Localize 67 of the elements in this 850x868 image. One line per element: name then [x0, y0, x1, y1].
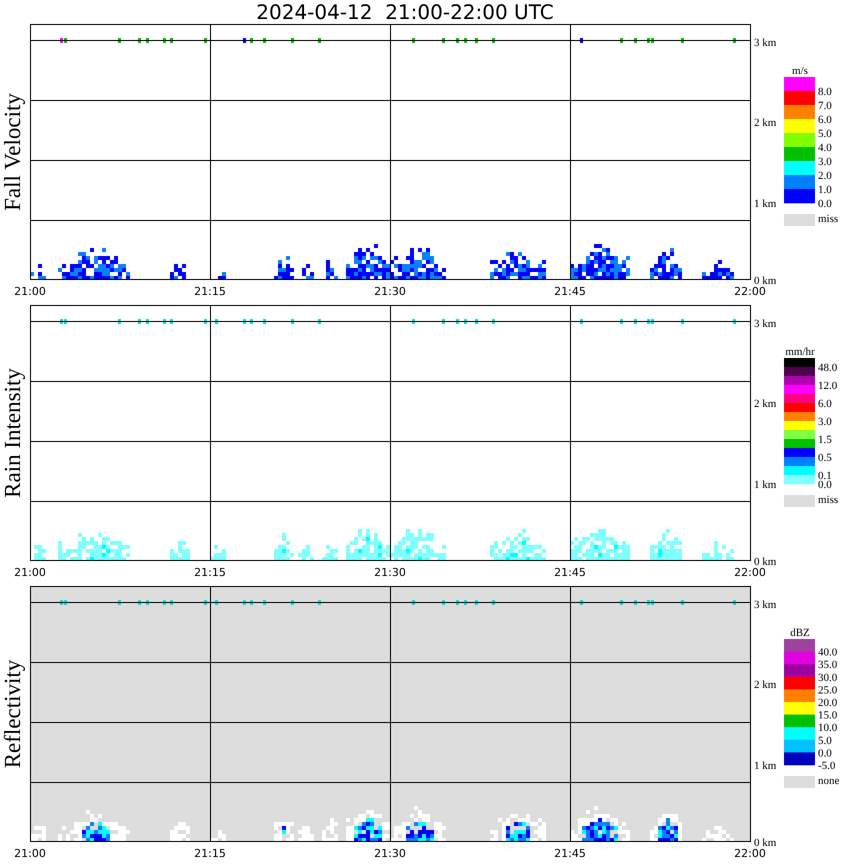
tick-label: 21:15	[194, 566, 226, 579]
tick-label: 2 km	[754, 398, 776, 410]
tick-label: 0 km	[754, 837, 776, 849]
legend-label: 1.5	[818, 434, 832, 446]
legend-label: 8.0	[818, 86, 832, 98]
legend-label: 48.0	[818, 362, 838, 374]
tick-label: 21:00	[14, 566, 46, 579]
legend-label: 2.0	[818, 170, 832, 182]
legend-label: 5.0	[818, 734, 832, 747]
legend-label: 1.0	[818, 184, 832, 196]
legend-swatch	[784, 776, 815, 788]
tick-label: 21:00	[14, 847, 46, 860]
legend-label: 5.0	[818, 128, 832, 140]
legend-label: miss	[818, 494, 838, 506]
legend-label: 40.0	[818, 646, 838, 659]
legend-label: 4.0	[818, 142, 832, 154]
legend-label: 7.0	[818, 100, 832, 112]
chart-title: 2024-04-12 21:00-22:00 UTC	[256, 0, 554, 24]
axis-title: Fall Velocity	[0, 93, 25, 211]
tick-label: 22:00	[734, 847, 766, 860]
legend-swatch	[784, 214, 815, 226]
legend-label: 0.0	[818, 479, 832, 491]
tick-label: 0 km	[754, 275, 776, 287]
tick-label: 2 km	[754, 679, 776, 691]
tick-label: 3 km	[754, 37, 776, 49]
tick-label: 21:45	[554, 566, 586, 579]
tick-label: 3 km	[754, 599, 776, 611]
axis-title: Reflectivity	[0, 660, 25, 768]
tick-label: 21:45	[554, 847, 586, 860]
tick-label: 21:30	[374, 847, 406, 860]
tick-label: 3 km	[754, 318, 776, 330]
legend-label: 0.0	[818, 747, 832, 760]
legend-units: m/s	[792, 65, 808, 77]
legend-label: 10.0	[818, 722, 838, 734]
legend-label: 20.0	[818, 697, 838, 709]
tick-label: 1 km	[754, 198, 776, 210]
legend-label: 30.0	[818, 672, 838, 684]
tick-label: 2 km	[754, 117, 776, 129]
tick-label: 22:00	[734, 566, 766, 579]
tick-label: 21:30	[374, 566, 406, 579]
legend-label: miss	[818, 213, 838, 225]
legend-label: 0.0	[818, 198, 832, 210]
legend-label: 0.1	[818, 470, 832, 482]
tick-label: 21:45	[554, 285, 586, 298]
tick-label: 21:30	[374, 285, 406, 298]
legend-label: 25.0	[818, 684, 838, 696]
tick-label: 1 km	[754, 760, 776, 772]
legend-label: 15.0	[818, 710, 838, 722]
legend-units: mm/hr	[785, 346, 815, 358]
legend-label: none	[818, 775, 840, 787]
tick-label: 0 km	[754, 556, 776, 568]
legend-label: 12.0	[818, 380, 838, 392]
legend-label: 6.0	[818, 114, 832, 126]
legend-label: 3.0	[818, 156, 832, 168]
tick-label: 21:15	[194, 285, 226, 298]
axis-title: Rain Intensity	[0, 368, 25, 498]
legend-units: dBZ	[790, 627, 810, 639]
legend-label: 35.0	[818, 659, 838, 672]
legend-label: 0.5	[818, 452, 832, 464]
tick-label: 22:00	[734, 285, 766, 298]
legend-label: 6.0	[818, 398, 832, 410]
tick-label: 21:00	[14, 285, 46, 298]
tick-label: 1 km	[754, 479, 776, 491]
legend-swatch	[784, 495, 815, 507]
legend-label: 3.0	[818, 416, 832, 428]
tick-label: 21:15	[194, 847, 226, 860]
legend-label: -5.0	[818, 760, 836, 772]
